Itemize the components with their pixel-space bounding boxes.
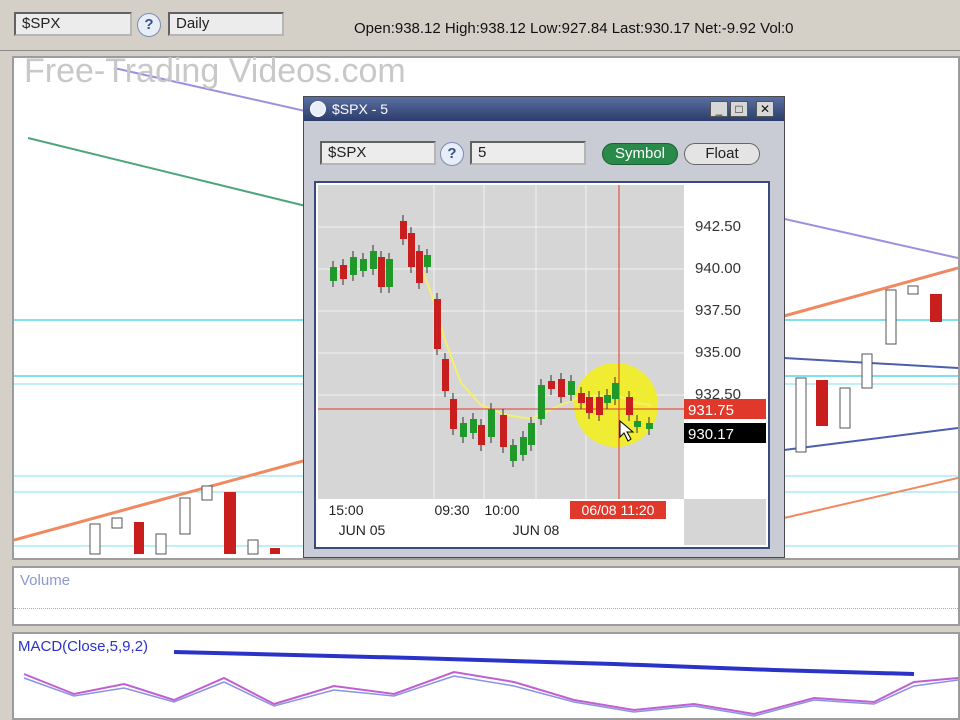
popup-help-icon[interactable]: ? xyxy=(440,142,464,166)
candle xyxy=(408,233,415,267)
minimize-icon[interactable]: _ xyxy=(710,101,728,117)
symbol-input[interactable]: $SPX xyxy=(14,12,132,36)
time-label: 09:30 xyxy=(434,502,469,518)
candle xyxy=(450,399,457,429)
candle xyxy=(350,257,357,275)
last-price: 930.17 xyxy=(688,426,734,443)
crosshair-time: 06/08 11:20 xyxy=(582,502,655,518)
candle xyxy=(626,397,633,415)
candle xyxy=(442,359,449,391)
candle xyxy=(612,383,619,399)
candle xyxy=(478,425,485,445)
candle xyxy=(558,379,565,397)
candle xyxy=(416,251,423,283)
macd-label: MACD(Close,5,9,2) xyxy=(18,638,149,655)
candle xyxy=(596,397,603,415)
quote-readout: Open:938.12 High:938.12 Low:927.84 Last:… xyxy=(354,20,794,37)
candle xyxy=(460,423,467,437)
popup-chart-frame: 942.50 940.00 937.50 935.00 932.50 931.7… xyxy=(314,181,770,549)
candle xyxy=(386,259,393,287)
close-icon[interactable]: ✕ xyxy=(756,101,774,117)
candle xyxy=(528,423,535,445)
price-label: 940.00 xyxy=(695,260,741,277)
candle xyxy=(488,409,495,437)
candle xyxy=(378,257,385,287)
date-label: JUN 05 xyxy=(339,522,386,538)
candle xyxy=(634,421,641,427)
trend-line xyxy=(783,427,958,451)
candle xyxy=(360,259,367,271)
candle xyxy=(520,437,527,455)
spx-5-popup-window[interactable]: $SPX - 5 _ □ ✕ $SPX ? 5 Symbol Float 942… xyxy=(303,96,785,558)
candle xyxy=(586,397,593,413)
trend-line xyxy=(14,456,315,542)
trend-line xyxy=(783,477,958,519)
candle xyxy=(548,381,555,389)
candle xyxy=(578,393,585,403)
watermark: Free-Trading Videos.com xyxy=(24,52,406,90)
symbol-button[interactable]: Symbol xyxy=(602,143,678,165)
candle xyxy=(330,267,337,281)
macd-canvas xyxy=(23,650,958,717)
popup-symbol-input[interactable]: $SPX xyxy=(320,141,436,165)
macd-signal-line xyxy=(173,650,915,676)
intraday-chart[interactable]: 942.50 940.00 937.50 935.00 932.50 931.7… xyxy=(316,183,768,547)
help-icon[interactable]: ? xyxy=(137,13,161,37)
plot-area xyxy=(318,185,684,499)
candle xyxy=(434,299,441,349)
candle xyxy=(424,255,431,267)
candle xyxy=(568,381,575,395)
volume-label: Volume xyxy=(20,572,71,589)
candle xyxy=(500,415,507,447)
popup-interval-input[interactable]: 5 xyxy=(470,141,586,165)
trend-line xyxy=(27,137,315,209)
date-label: JUN 08 xyxy=(513,522,560,538)
price-label: 937.50 xyxy=(695,302,741,319)
macd-pane[interactable]: MACD(Close,5,9,2) xyxy=(12,632,960,720)
interval-input[interactable]: Daily xyxy=(168,12,284,36)
popup-titlebar[interactable]: $SPX - 5 _ □ ✕ xyxy=(304,97,784,121)
volume-baseline xyxy=(14,608,958,609)
candle xyxy=(510,445,517,461)
price-label: 935.00 xyxy=(695,344,741,361)
candle xyxy=(646,423,653,429)
time-label: 10:00 xyxy=(484,502,519,518)
app-icon xyxy=(310,101,326,117)
main-toolbar: $SPX ? Daily Open:938.12 High:938.12 Low… xyxy=(0,0,960,51)
crosshair-price: 931.75 xyxy=(688,402,734,419)
price-label: 942.50 xyxy=(695,218,741,235)
candle xyxy=(604,395,611,403)
candle xyxy=(400,221,407,239)
time-label: 15:00 xyxy=(328,502,363,518)
float-button[interactable]: Float xyxy=(684,143,760,165)
candle xyxy=(370,251,377,269)
volume-pane[interactable]: Volume xyxy=(12,566,960,626)
candle xyxy=(470,419,477,433)
candle xyxy=(340,265,347,279)
axis-corner xyxy=(684,499,766,545)
popup-title: $SPX - 5 xyxy=(332,101,389,117)
candle xyxy=(538,385,545,419)
macd-line xyxy=(23,670,958,716)
maximize-icon[interactable]: □ xyxy=(730,101,748,117)
